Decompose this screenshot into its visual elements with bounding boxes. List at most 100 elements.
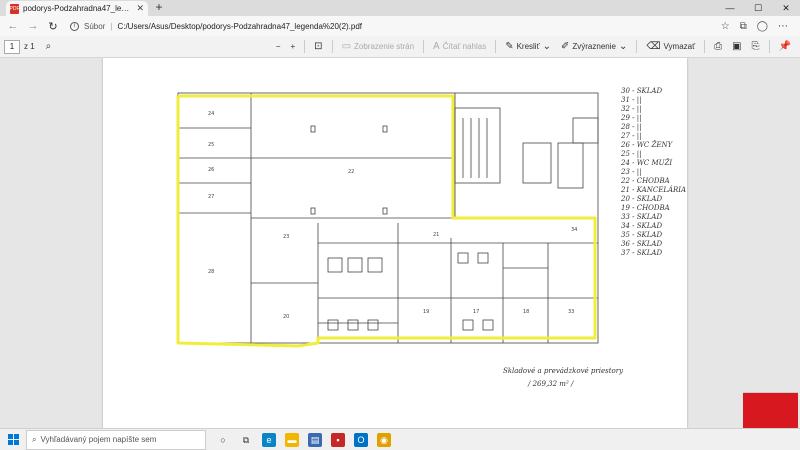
favorite-star-icon[interactable]: ☆ bbox=[721, 21, 730, 32]
tab-bar: PDF podorys-Podzahradna47_legenda ✕ + — … bbox=[0, 0, 800, 16]
read-aloud-button[interactable]: A Čítať nahlas bbox=[428, 41, 491, 52]
legend-item: 36 - SKLAD bbox=[621, 240, 662, 248]
read-aloud-icon: A bbox=[433, 41, 440, 52]
collections-icon[interactable]: ⧉ bbox=[740, 21, 747, 32]
url-text: C:/Users/Asus/Desktop/podorys-Podzahradn… bbox=[117, 21, 363, 31]
toolbar-divider bbox=[331, 40, 333, 53]
draw-label: Kresliť bbox=[516, 42, 540, 51]
taskbar-search-input[interactable]: ⌕ Vyhľadávaný pojem napíšte sem bbox=[26, 429, 206, 450]
start-button[interactable] bbox=[0, 429, 26, 450]
page-view-icon: ▭ bbox=[341, 41, 352, 52]
browser-tab[interactable]: PDF podorys-Podzahradna47_legenda ✕ bbox=[6, 1, 148, 16]
profile-icon[interactable]: ◯ bbox=[757, 21, 768, 32]
legend-item: 33 - SKLAD bbox=[621, 213, 662, 221]
room-number: 33 bbox=[568, 309, 574, 315]
zoom-in-button[interactable]: + bbox=[286, 42, 301, 51]
app-icon[interactable]: ▪ bbox=[331, 432, 345, 447]
print-icon[interactable]: ⎙ bbox=[709, 41, 727, 52]
toolbar-divider bbox=[304, 40, 306, 53]
legend-item: 32 - || bbox=[621, 105, 641, 113]
search-icon: ⌕ bbox=[32, 434, 37, 444]
legend-item: 23 - || bbox=[620, 168, 641, 176]
url-separator: | bbox=[110, 21, 113, 31]
legend-item: 24 - WC MUŽI bbox=[620, 158, 672, 167]
legend-item: 19 - CHODBA bbox=[621, 204, 670, 212]
pdf-viewer[interactable]: 24 25 26 27 28 22 23 21 20 19 17 18 33 3… bbox=[0, 58, 800, 428]
highlight-button[interactable]: ✐ Zvýraznenie ⌄ bbox=[556, 41, 632, 52]
legend-item: 25 - || bbox=[620, 150, 641, 158]
pen-icon: ✎ bbox=[505, 41, 514, 52]
close-window-button[interactable]: ✕ bbox=[772, 0, 800, 16]
logo-mark-icon bbox=[743, 393, 798, 431]
taskbar-icons: ○ ⧉ e ▬ ▤ ▪ O ◉ bbox=[216, 432, 391, 447]
save-as-icon[interactable]: ⎘ bbox=[747, 41, 765, 52]
room-number: 23 bbox=[283, 234, 289, 240]
pdf-toolbar: 1 z 1 ⌕ − + ⊡ ▭ Zobrazenie strán A Čítať… bbox=[0, 36, 800, 58]
edge-icon[interactable]: e bbox=[262, 432, 276, 447]
room-number: 17 bbox=[473, 309, 479, 315]
legend-item: 28 - || bbox=[620, 123, 641, 131]
cortana-icon[interactable]: ○ bbox=[216, 433, 230, 447]
info-icon: i bbox=[70, 21, 79, 31]
search-icon[interactable]: ⌕ bbox=[41, 41, 57, 52]
legend-item: 30 - SKLAD bbox=[621, 87, 662, 95]
plan-area: / 269,32 m² / bbox=[527, 380, 574, 388]
toolbar-divider bbox=[704, 40, 706, 53]
erase-label: Vymazať bbox=[663, 42, 696, 51]
minimize-button[interactable]: — bbox=[716, 0, 744, 16]
fit-page-icon[interactable]: ⊡ bbox=[309, 41, 327, 52]
legend-item: 34 - SKLAD bbox=[621, 222, 662, 230]
windows-taskbar: ⌕ Vyhľadávaný pojem napíšte sem ○ ⧉ e ▬ … bbox=[0, 428, 800, 450]
eraser-icon: ⌫ bbox=[646, 41, 661, 52]
chevron-down-icon: ⌄ bbox=[542, 41, 551, 52]
close-icon[interactable]: ✕ bbox=[136, 3, 144, 14]
more-menu-icon[interactable]: ⋯ bbox=[778, 21, 788, 32]
erase-button[interactable]: ⌫ Vymazať bbox=[641, 41, 700, 52]
new-tab-button[interactable]: + bbox=[152, 1, 166, 15]
draw-button[interactable]: ✎ Kresliť ⌄ bbox=[500, 41, 556, 52]
room-number: 28 bbox=[208, 269, 214, 275]
task-view-icon[interactable]: ⧉ bbox=[239, 433, 253, 447]
zoom-out-button[interactable]: − bbox=[271, 42, 286, 51]
store-icon[interactable]: ▤ bbox=[308, 432, 322, 447]
legend-item: 31 - || bbox=[621, 96, 641, 104]
room-number: 20 bbox=[283, 314, 289, 320]
room-number-labels: 24 25 26 27 28 22 23 21 20 19 17 18 33 3… bbox=[208, 111, 577, 320]
url-scheme-label: Súbor bbox=[84, 21, 106, 31]
window-controls: — ☐ ✕ bbox=[716, 0, 800, 16]
search-placeholder: Vyhľadávaný pojem napíšte sem bbox=[40, 435, 157, 444]
address-bar: ← → ↻ i Súbor | C:/Users/Asus/Desktop/po… bbox=[0, 16, 800, 36]
room-number: 21 bbox=[433, 232, 439, 238]
page-number-input[interactable]: 1 bbox=[4, 39, 20, 54]
room-number: 18 bbox=[523, 309, 529, 315]
legend-item: 21 - KANCELÁRIA bbox=[620, 185, 686, 194]
toolbar-divider bbox=[495, 40, 497, 53]
refresh-icon[interactable]: ↻ bbox=[46, 20, 60, 33]
windows-logo-icon bbox=[7, 434, 19, 445]
plan-caption: Skladové a prevádzkové priestory bbox=[503, 367, 624, 375]
room-number: 22 bbox=[348, 169, 354, 175]
address-bar-actions: ☆ ⧉ ◯ ⋯ bbox=[721, 21, 794, 32]
forward-arrow-icon[interactable]: → bbox=[26, 20, 40, 32]
page-view-label: Zobrazenie strán bbox=[354, 42, 415, 51]
read-aloud-label: Čítať nahlas bbox=[442, 42, 487, 51]
toolbar-divider bbox=[768, 40, 770, 53]
legend-item: 22 - CHODBA bbox=[620, 177, 670, 185]
toolbar-divider bbox=[636, 40, 638, 53]
maximize-button[interactable]: ☐ bbox=[744, 0, 772, 16]
pin-toolbar-icon[interactable]: 📌 bbox=[774, 41, 796, 52]
outlook-icon[interactable]: O bbox=[354, 432, 368, 447]
file-explorer-icon[interactable]: ▬ bbox=[285, 432, 299, 447]
save-icon[interactable]: ▣ bbox=[727, 41, 746, 52]
legend-item: 27 - || bbox=[620, 132, 641, 140]
floor-plan: 24 25 26 27 28 22 23 21 20 19 17 18 33 3… bbox=[176, 87, 686, 388]
page-view-button[interactable]: ▭ Zobrazenie strán bbox=[337, 41, 419, 52]
plan-legend: 30 - SKLAD 31 - || 32 - || 29 - || 28 - … bbox=[620, 87, 686, 257]
room-number: 25 bbox=[208, 142, 214, 148]
pdf-icon: PDF bbox=[9, 3, 20, 14]
back-arrow-icon[interactable]: ← bbox=[6, 20, 20, 32]
page-total: z 1 bbox=[24, 42, 35, 51]
chrome-icon[interactable]: ◉ bbox=[377, 432, 391, 447]
url-field[interactable]: i Súbor | C:/Users/Asus/Desktop/podorys-… bbox=[66, 18, 715, 34]
legend-item: 29 - || bbox=[620, 114, 641, 122]
